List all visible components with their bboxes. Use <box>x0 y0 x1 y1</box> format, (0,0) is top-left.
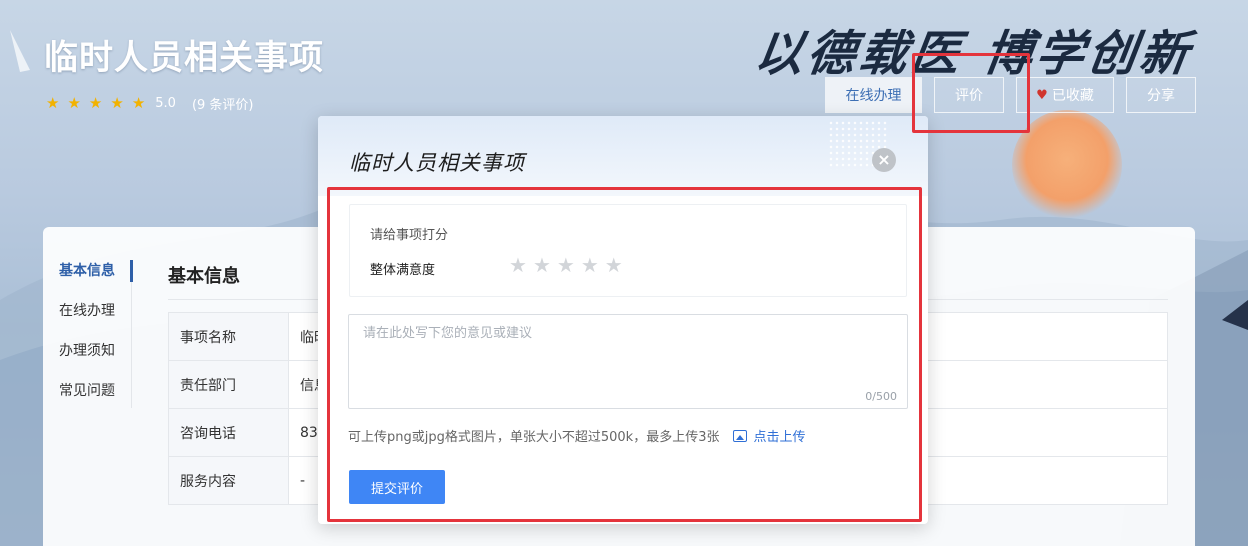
rating-row: ★ ★ ★ ★ ★ 5.0 (9 条评价) <box>46 94 254 114</box>
star-icon: ★ <box>110 94 124 112</box>
table-key: 责任部门 <box>168 360 289 409</box>
heart-icon: ♥ <box>1036 87 1048 103</box>
star-icon: ★ <box>67 94 81 112</box>
online-handle-button[interactable]: 在线办理 <box>825 77 922 113</box>
star-icon: ★ <box>46 94 60 112</box>
dialog-title: 临时人员相关事项 <box>349 151 525 175</box>
star-icon: ★ <box>131 94 146 112</box>
share-button[interactable]: 分享 <box>1126 77 1196 113</box>
sidebar-item-basic-info[interactable]: 基本信息 <box>59 256 115 296</box>
highlight-box-dialog <box>327 187 922 522</box>
rating-count: (9 条评价) <box>191 98 254 113</box>
rating-score: 5.0 <box>155 96 176 111</box>
sidebar-item-faq[interactable]: 常见问题 <box>59 376 115 416</box>
star-icon: ★ <box>88 94 103 112</box>
sidebar-item-notice[interactable]: 办理须知 <box>59 336 115 376</box>
sidebar-item-online-handle[interactable]: 在线办理 <box>59 296 115 336</box>
close-icon[interactable]: × <box>872 148 896 172</box>
section-title: 基本信息 <box>168 266 240 287</box>
table-key: 咨询电话 <box>168 408 289 457</box>
page-title: 临时人员相关事项 <box>44 38 324 78</box>
side-nav-active-indicator <box>130 260 133 282</box>
table-key: 服务内容 <box>168 456 289 505</box>
side-nav: 基本信息 在线办理 办理须知 常见问题 <box>59 256 115 416</box>
highlight-box-evaluate <box>912 53 1030 133</box>
favorited-button[interactable]: ♥ 已收藏 <box>1016 77 1114 113</box>
side-nav-divider <box>131 260 132 408</box>
favorited-label: 已收藏 <box>1051 88 1094 104</box>
table-key: 事项名称 <box>168 312 289 361</box>
